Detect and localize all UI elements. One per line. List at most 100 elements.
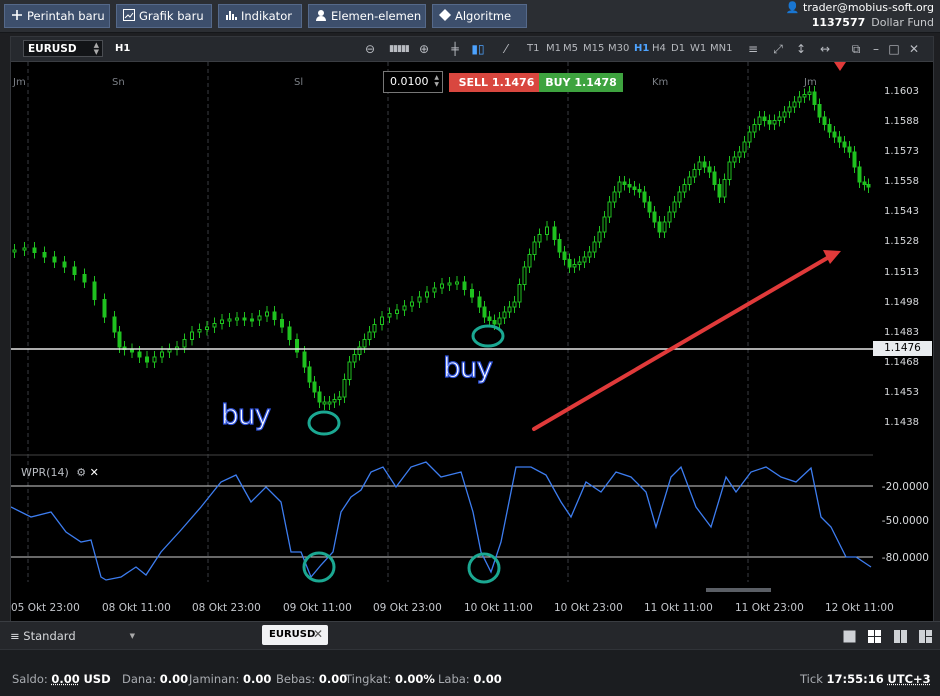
candle	[607, 201, 612, 218]
time-label: 11 Okt 11:00	[644, 602, 713, 614]
time-label: 10 Okt 23:00	[554, 602, 623, 614]
candle	[477, 296, 482, 308]
new-order-button[interactable]: Perintah baru	[4, 4, 110, 28]
candle	[847, 146, 852, 153]
symbol-value: EURUSD	[28, 43, 77, 55]
popout-icon[interactable]: ⧉	[849, 41, 863, 57]
candle	[602, 216, 607, 233]
quantity-stepper-icon[interactable]: ▲ ▼	[434, 74, 439, 88]
candle	[145, 356, 149, 363]
candle	[425, 291, 429, 298]
tf-m30[interactable]: M30	[608, 43, 629, 54]
zoom-slider[interactable]: ▮▮▮▮▮	[381, 41, 417, 57]
sell-price: 1.1476	[491, 76, 535, 89]
wpr-level-80-tag: -80.0000	[873, 551, 932, 565]
candle	[492, 320, 497, 325]
price-chart[interactable]	[11, 62, 933, 621]
user-group-icon	[315, 9, 327, 21]
candlestick-icon[interactable]: ▮▯	[471, 41, 485, 57]
indicators-list-icon[interactable]: ≡	[746, 41, 760, 57]
tf-t1[interactable]: T1	[527, 43, 539, 54]
candle	[295, 339, 299, 353]
elements-button[interactable]: Elemen-elemen	[308, 4, 426, 28]
time-label: 10 Okt 11:00	[464, 602, 533, 614]
candle	[612, 191, 617, 203]
candle	[312, 381, 317, 393]
chevron-down-icon: ▼	[129, 632, 135, 640]
candle	[807, 91, 812, 95]
candle	[432, 287, 437, 293]
candle	[417, 296, 422, 303]
candle	[812, 91, 817, 105]
tf-h4[interactable]: H4	[652, 43, 666, 54]
algorithm-label: Algoritme	[455, 9, 512, 23]
candle	[380, 316, 384, 325]
account-info[interactable]: 👤 trader@mobius-soft.org 1137577 Dollar F…	[774, 1, 934, 30]
candle	[265, 311, 269, 317]
candle	[227, 318, 232, 322]
candle	[130, 349, 134, 353]
bar-type-icon[interactable]: ╪	[449, 41, 461, 57]
candle	[522, 266, 527, 285]
wpr-line	[11, 461, 872, 581]
vertical-scale-icon[interactable]: ↕	[794, 41, 808, 57]
tf-mn1[interactable]: MN1	[710, 43, 732, 54]
sell-button[interactable]: SELL 1.1476	[449, 73, 544, 92]
timezone-select[interactable]: UTC+3	[887, 672, 930, 686]
candle	[197, 329, 202, 333]
candle	[52, 256, 57, 263]
layout-single-icon[interactable]	[843, 630, 856, 643]
minimize-icon[interactable]: –	[869, 41, 883, 57]
layout-mixed-icon[interactable]	[919, 630, 932, 643]
diamond-icon	[439, 9, 451, 21]
new-chart-button[interactable]: Grafik baru	[116, 4, 212, 28]
candle	[42, 252, 47, 258]
zoom-in-icon[interactable]: ⊕	[417, 41, 431, 57]
fit-diagonal-icon[interactable]: ⤢	[771, 41, 785, 57]
candle	[857, 166, 862, 183]
remove-indicator-icon[interactable]: ✕	[90, 466, 99, 479]
close-icon[interactable]: ✕	[907, 41, 921, 57]
tab-eurusd[interactable]: EURUSD ✕	[262, 625, 328, 645]
line-chart-icon[interactable]: ⁄	[499, 41, 513, 57]
tab-close-icon[interactable]: ✕	[313, 627, 323, 641]
candle	[592, 241, 597, 253]
candle	[822, 116, 827, 125]
buy-button[interactable]: BUY 1.1478	[539, 73, 623, 92]
candle	[410, 301, 414, 307]
candle	[737, 151, 742, 158]
chart-toolbar: EURUSD ▲ ▼ H1 ⊖ ▮▮▮▮▮ ⊕ ╪ ▮▯ ⁄ T1 M1 M5 M…	[11, 37, 933, 62]
maximize-icon[interactable]: □	[887, 41, 901, 57]
algorithm-button[interactable]: Algoritme	[432, 4, 527, 28]
candle	[642, 191, 647, 203]
layout-select[interactable]: ≡ Standard ▼	[10, 629, 135, 643]
horizontal-scale-icon[interactable]: ↔	[817, 41, 833, 57]
layout-grid-icon[interactable]	[868, 630, 881, 643]
price-tick: 1.1588	[884, 116, 919, 127]
time-label: 08 Okt 11:00	[102, 602, 171, 614]
candle	[302, 351, 307, 368]
saldo-value[interactable]: 0.00	[51, 672, 79, 686]
tf-d1[interactable]: D1	[671, 43, 685, 54]
tf-h1[interactable]: H1	[634, 43, 649, 54]
trend-arrow	[532, 255, 831, 431]
indicator-button[interactable]: Indikator	[218, 4, 302, 28]
candle	[597, 231, 602, 243]
status-jaminan: Jaminan: 0.00	[189, 672, 271, 686]
price-tick: 1.1573	[884, 146, 919, 157]
settings-gear-icon[interactable]: ⚙	[76, 466, 86, 479]
symbol-select[interactable]: EURUSD ▲ ▼	[23, 40, 103, 57]
plus-icon	[11, 9, 23, 21]
quantity-input[interactable]: 0.0100 ▲ ▼	[383, 71, 443, 93]
layout-columns-icon[interactable]	[894, 630, 907, 643]
tf-m15[interactable]: M15	[583, 43, 604, 54]
tf-m1[interactable]: M1	[546, 43, 561, 54]
candle	[250, 318, 254, 322]
quantity-value: 0.0100	[390, 75, 429, 88]
zoom-out-icon[interactable]: ⊖	[363, 41, 377, 57]
tf-m5[interactable]: M5	[563, 43, 578, 54]
laba-label: Laba:	[438, 672, 470, 686]
price-tick: 1.1528	[884, 236, 919, 247]
tf-w1[interactable]: W1	[690, 43, 706, 54]
chart-window: EURUSD ▲ ▼ H1 ⊖ ▮▮▮▮▮ ⊕ ╪ ▮▯ ⁄ T1 M1 M5 M…	[10, 36, 934, 622]
